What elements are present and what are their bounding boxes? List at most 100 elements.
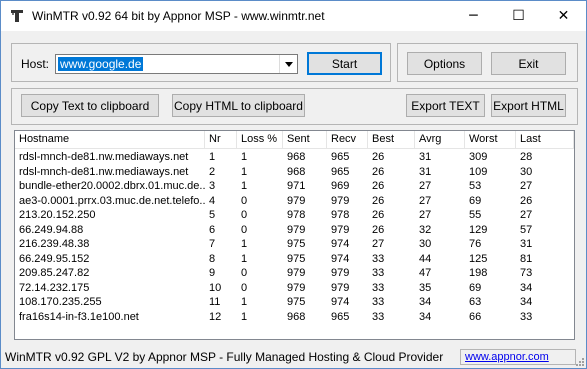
- minimize-button[interactable]: ─: [451, 1, 496, 31]
- cell-last: 33: [520, 310, 533, 323]
- cell-worst: 76: [469, 238, 482, 250]
- cell-sent: 979: [287, 267, 306, 279]
- cell-sent: 975: [287, 252, 306, 265]
- cell-nr: 1: [209, 151, 216, 163]
- cell-avrg: 31: [419, 165, 432, 178]
- table-row[interactable]: 66.249.95.152 8 1 975 974 33 44 125 81: [15, 252, 574, 266]
- exit-button[interactable]: Exit: [491, 52, 566, 75]
- column-header-nr[interactable]: Nr: [205, 131, 237, 148]
- cell-nr: 2: [209, 165, 216, 178]
- table-row[interactable]: 66.249.94.88 6 0 979 979 26 32 129 57: [15, 223, 574, 237]
- cell-nr: 7: [209, 238, 216, 250]
- cell-loss: 1: [241, 296, 248, 308]
- export-text-button[interactable]: Export TEXT: [406, 94, 485, 117]
- cell-worst: 125: [469, 252, 488, 265]
- cell-last: 34: [520, 281, 533, 294]
- cell-recv: 979: [331, 267, 350, 279]
- cell-nr: 5: [209, 209, 216, 221]
- cell-loss: 1: [241, 252, 248, 265]
- cell-sent: 968: [287, 310, 306, 323]
- copy-text-button[interactable]: Copy Text to clipboard: [21, 94, 159, 117]
- cell-worst: 309: [469, 151, 488, 163]
- table-row[interactable]: 72.14.232.175 10 0 979 979 33 35 69 34: [15, 281, 574, 295]
- cell-best: 33: [372, 310, 385, 323]
- cell-avrg: 31: [419, 151, 432, 163]
- cell-avrg: 27: [419, 194, 432, 207]
- cell-worst: 69: [469, 281, 482, 294]
- column-header-loss[interactable]: Loss %: [237, 131, 283, 148]
- column-header-avrg[interactable]: Avrg: [415, 131, 465, 148]
- cell-recv: 974: [331, 238, 350, 250]
- cell-recv: 974: [331, 296, 350, 308]
- title-bar[interactable]: WinMTR v0.92 64 bit by Appnor MSP - www.…: [1, 1, 586, 31]
- column-header-sent[interactable]: Sent: [283, 131, 327, 148]
- copy-html-button[interactable]: Copy HTML to clipboard: [172, 94, 305, 117]
- cell-hostname: bundle-ether20.0002.dbrx.01.muc.de...: [19, 180, 205, 192]
- table-header: Hostname Nr Loss % Sent Recv Best Avrg Worst Las…: [15, 131, 574, 149]
- table-row[interactable]: rdsl-mnch-de81.nw.mediaways.net 2 1 968 965 2…: [15, 165, 574, 179]
- cell-nr: 9: [209, 267, 216, 279]
- cell-best: 33: [372, 252, 385, 265]
- cell-best: 26: [372, 180, 385, 192]
- cell-worst: 53: [469, 180, 482, 192]
- host-dropdown-button[interactable]: [279, 55, 297, 73]
- options-button[interactable]: Options: [407, 52, 482, 75]
- chevron-down-icon: [284, 61, 293, 67]
- cell-last: 28: [520, 151, 533, 163]
- cell-nr: 12: [209, 310, 222, 323]
- table-row[interactable]: rdsl-mnch-de81.nw.mediaways.net 1 1 968 965 2…: [15, 150, 574, 164]
- cell-nr: 6: [209, 223, 216, 236]
- cell-hostname: ae3-0.0001.prrx.03.muc.de.net.telefo...: [19, 194, 205, 207]
- resize-grip-icon[interactable]: [574, 356, 584, 366]
- cell-nr: 11: [209, 296, 221, 308]
- winmtr-window: WinMTR v0.92 64 bit by Appnor MSP - www.…: [0, 0, 587, 369]
- appnor-link-panel[interactable]: www.appnor.com: [460, 349, 576, 365]
- cell-best: 33: [372, 267, 385, 279]
- table-row[interactable]: fra16s14-in-f3.1e100.net 12 1 968 965 33 34 66 3…: [15, 310, 574, 324]
- cell-best: 26: [372, 209, 385, 221]
- cell-avrg: 27: [419, 209, 432, 221]
- column-header-hostname[interactable]: Hostname: [15, 131, 205, 148]
- export-text-button-label: Export TEXT: [411, 98, 480, 113]
- cell-sent: 979: [287, 281, 306, 294]
- trace-results-table[interactable]: Hostname Nr Loss % Sent Recv Best Avrg Worst Las…: [14, 130, 575, 340]
- cell-worst: 66: [469, 310, 482, 323]
- column-header-best[interactable]: Best: [368, 131, 415, 148]
- host-combobox[interactable]: www.google.de: [55, 54, 298, 74]
- cell-recv: 965: [331, 151, 350, 163]
- cell-avrg: 47: [419, 267, 432, 279]
- host-input[interactable]: www.google.de: [58, 57, 144, 71]
- cell-last: 27: [520, 180, 533, 192]
- cell-worst: 198: [469, 267, 488, 279]
- host-label: Host:: [21, 57, 50, 71]
- close-button[interactable]: ✕: [541, 1, 586, 31]
- cell-hostname: rdsl-mnch-de81.nw.mediaways.net: [19, 165, 189, 178]
- cell-best: 33: [372, 296, 385, 308]
- appnor-link[interactable]: www.appnor.com: [465, 351, 549, 363]
- options-button-label: Options: [423, 56, 466, 71]
- table-row[interactable]: 213.20.152.250 5 0 978 978 26 27 55 27: [15, 208, 574, 222]
- column-header-last[interactable]: Last: [516, 131, 574, 148]
- cell-nr: 3: [209, 180, 216, 192]
- export-html-button[interactable]: Export HTML: [491, 94, 566, 117]
- cell-avrg: 35: [419, 281, 432, 294]
- cell-last: 26: [520, 194, 533, 207]
- cell-loss: 1: [241, 180, 248, 192]
- table-row[interactable]: 209.85.247.82 9 0 979 979 33 47 198 73: [15, 266, 574, 280]
- table-row[interactable]: 108.170.235.255 11 1 975 974 33 34 63 34: [15, 295, 574, 309]
- column-header-recv[interactable]: Recv: [327, 131, 368, 148]
- cell-sent: 971: [287, 180, 306, 192]
- cell-loss: 0: [241, 223, 248, 236]
- start-button[interactable]: Start: [307, 52, 382, 75]
- maximize-button[interactable]: ☐: [496, 1, 541, 31]
- cell-sent: 975: [287, 296, 306, 308]
- table-row[interactable]: bundle-ether20.0002.dbrx.01.muc.de... 3 1 9…: [15, 179, 574, 193]
- cell-last: 30: [520, 165, 533, 178]
- window-title: WinMTR v0.92 64 bit by Appnor MSP - www.…: [32, 9, 325, 23]
- cell-recv: 974: [331, 252, 350, 265]
- table-row[interactable]: 216.239.48.38 7 1 975 974 27 30 76 31: [15, 237, 574, 251]
- table-row[interactable]: ae3-0.0001.prrx.03.muc.de.net.telefo... 4…: [15, 194, 574, 208]
- column-header-worst[interactable]: Worst: [465, 131, 516, 148]
- cell-loss: 1: [241, 151, 248, 163]
- cell-loss: 0: [241, 194, 248, 207]
